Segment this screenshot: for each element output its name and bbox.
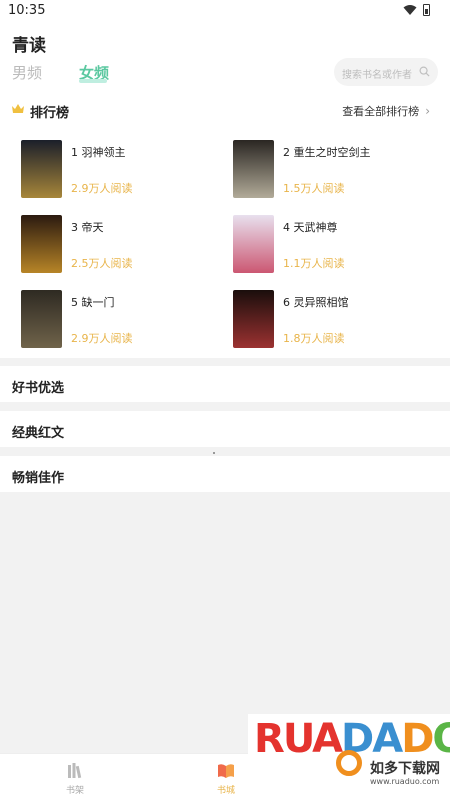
ranking-title: 排行榜 bbox=[30, 106, 70, 121]
search-icon bbox=[419, 66, 430, 77]
book-cover bbox=[21, 140, 62, 198]
battery-icon bbox=[423, 4, 430, 16]
book-reads: 2.5万人阅读 bbox=[71, 257, 133, 270]
book-title: 5 缺一门 bbox=[71, 296, 115, 309]
tab-male[interactable]: 男频 bbox=[12, 62, 42, 83]
status-bar: 10:35 bbox=[0, 0, 450, 22]
book-title: 6 灵异照相馆 bbox=[283, 296, 349, 309]
search-input[interactable]: 搜索书名或作者 bbox=[334, 58, 438, 86]
search-placeholder: 搜索书名或作者 bbox=[342, 70, 412, 81]
section-bestsellers[interactable]: 畅销佳作 bbox=[0, 456, 450, 492]
book-title: 3 帝天 bbox=[71, 221, 104, 234]
chevron-right-icon: › bbox=[425, 104, 430, 118]
bookshelf-icon bbox=[68, 763, 82, 779]
book-item[interactable]: 5 缺一门 2.9万人阅读 bbox=[21, 290, 231, 352]
watermark-url: www.ruaduo.com bbox=[370, 777, 440, 786]
book-cover bbox=[233, 290, 274, 348]
book-cover bbox=[233, 215, 274, 273]
nav-label: 书城 bbox=[216, 786, 235, 796]
book-reads: 1.1万人阅读 bbox=[283, 257, 345, 270]
open-book-icon bbox=[218, 764, 234, 778]
view-all-ranking-link[interactable]: 查看全部排行榜 › bbox=[342, 103, 430, 119]
watermark-ring bbox=[336, 750, 362, 776]
view-all-label: 查看全部排行榜 bbox=[342, 105, 420, 118]
book-cover bbox=[233, 140, 274, 198]
watermark-logo: RUADADO 如多下载网 www.ruaduo.com bbox=[248, 714, 450, 800]
section-title: 经典红文 bbox=[12, 426, 65, 441]
book-item[interactable]: 1 羽神领主 2.9万人阅读 bbox=[21, 140, 231, 202]
book-title: 2 重生之时空剑主 bbox=[283, 146, 371, 159]
active-tab-indicator bbox=[79, 79, 107, 83]
book-reads: 2.9万人阅读 bbox=[71, 332, 133, 345]
nav-bookshelf[interactable]: 书架 bbox=[55, 762, 95, 796]
ranking-card: 排行榜 查看全部排行榜 › 1 羽神领主 2.9万人阅读 2 重生之时空剑主 1… bbox=[0, 90, 450, 358]
book-title: 1 羽神领主 bbox=[71, 146, 126, 159]
status-time: 10:35 bbox=[8, 3, 46, 18]
book-item[interactable]: 3 帝天 2.5万人阅读 bbox=[21, 215, 231, 277]
book-title: 4 天武神尊 bbox=[283, 221, 338, 234]
book-cover bbox=[21, 290, 62, 348]
book-item[interactable]: 6 灵异照相馆 1.8万人阅读 bbox=[233, 290, 443, 352]
divider bbox=[213, 452, 215, 454]
section-quality-picks[interactable]: 好书优选 bbox=[0, 366, 450, 402]
book-reads: 1.5万人阅读 bbox=[283, 182, 345, 195]
nav-label: 书架 bbox=[65, 786, 84, 796]
book-reads: 1.8万人阅读 bbox=[283, 332, 345, 345]
nav-bookstore[interactable]: 书城 bbox=[206, 762, 246, 796]
wifi-icon bbox=[403, 5, 417, 15]
system-icons bbox=[403, 4, 430, 16]
book-reads: 2.9万人阅读 bbox=[71, 182, 133, 195]
book-cover bbox=[21, 215, 62, 273]
book-item[interactable]: 2 重生之时空剑主 1.5万人阅读 bbox=[233, 140, 443, 202]
crown-icon bbox=[12, 104, 24, 113]
section-title: 畅销佳作 bbox=[12, 471, 65, 486]
app-title: 青读 bbox=[12, 36, 46, 56]
ranking-header: 排行榜 查看全部排行榜 › bbox=[0, 90, 450, 130]
section-classic-hits[interactable]: 经典红文 bbox=[0, 411, 450, 447]
book-item[interactable]: 4 天武神尊 1.1万人阅读 bbox=[233, 215, 443, 277]
watermark-cn: 如多下载网 bbox=[370, 761, 440, 777]
section-title: 好书优选 bbox=[12, 381, 65, 396]
